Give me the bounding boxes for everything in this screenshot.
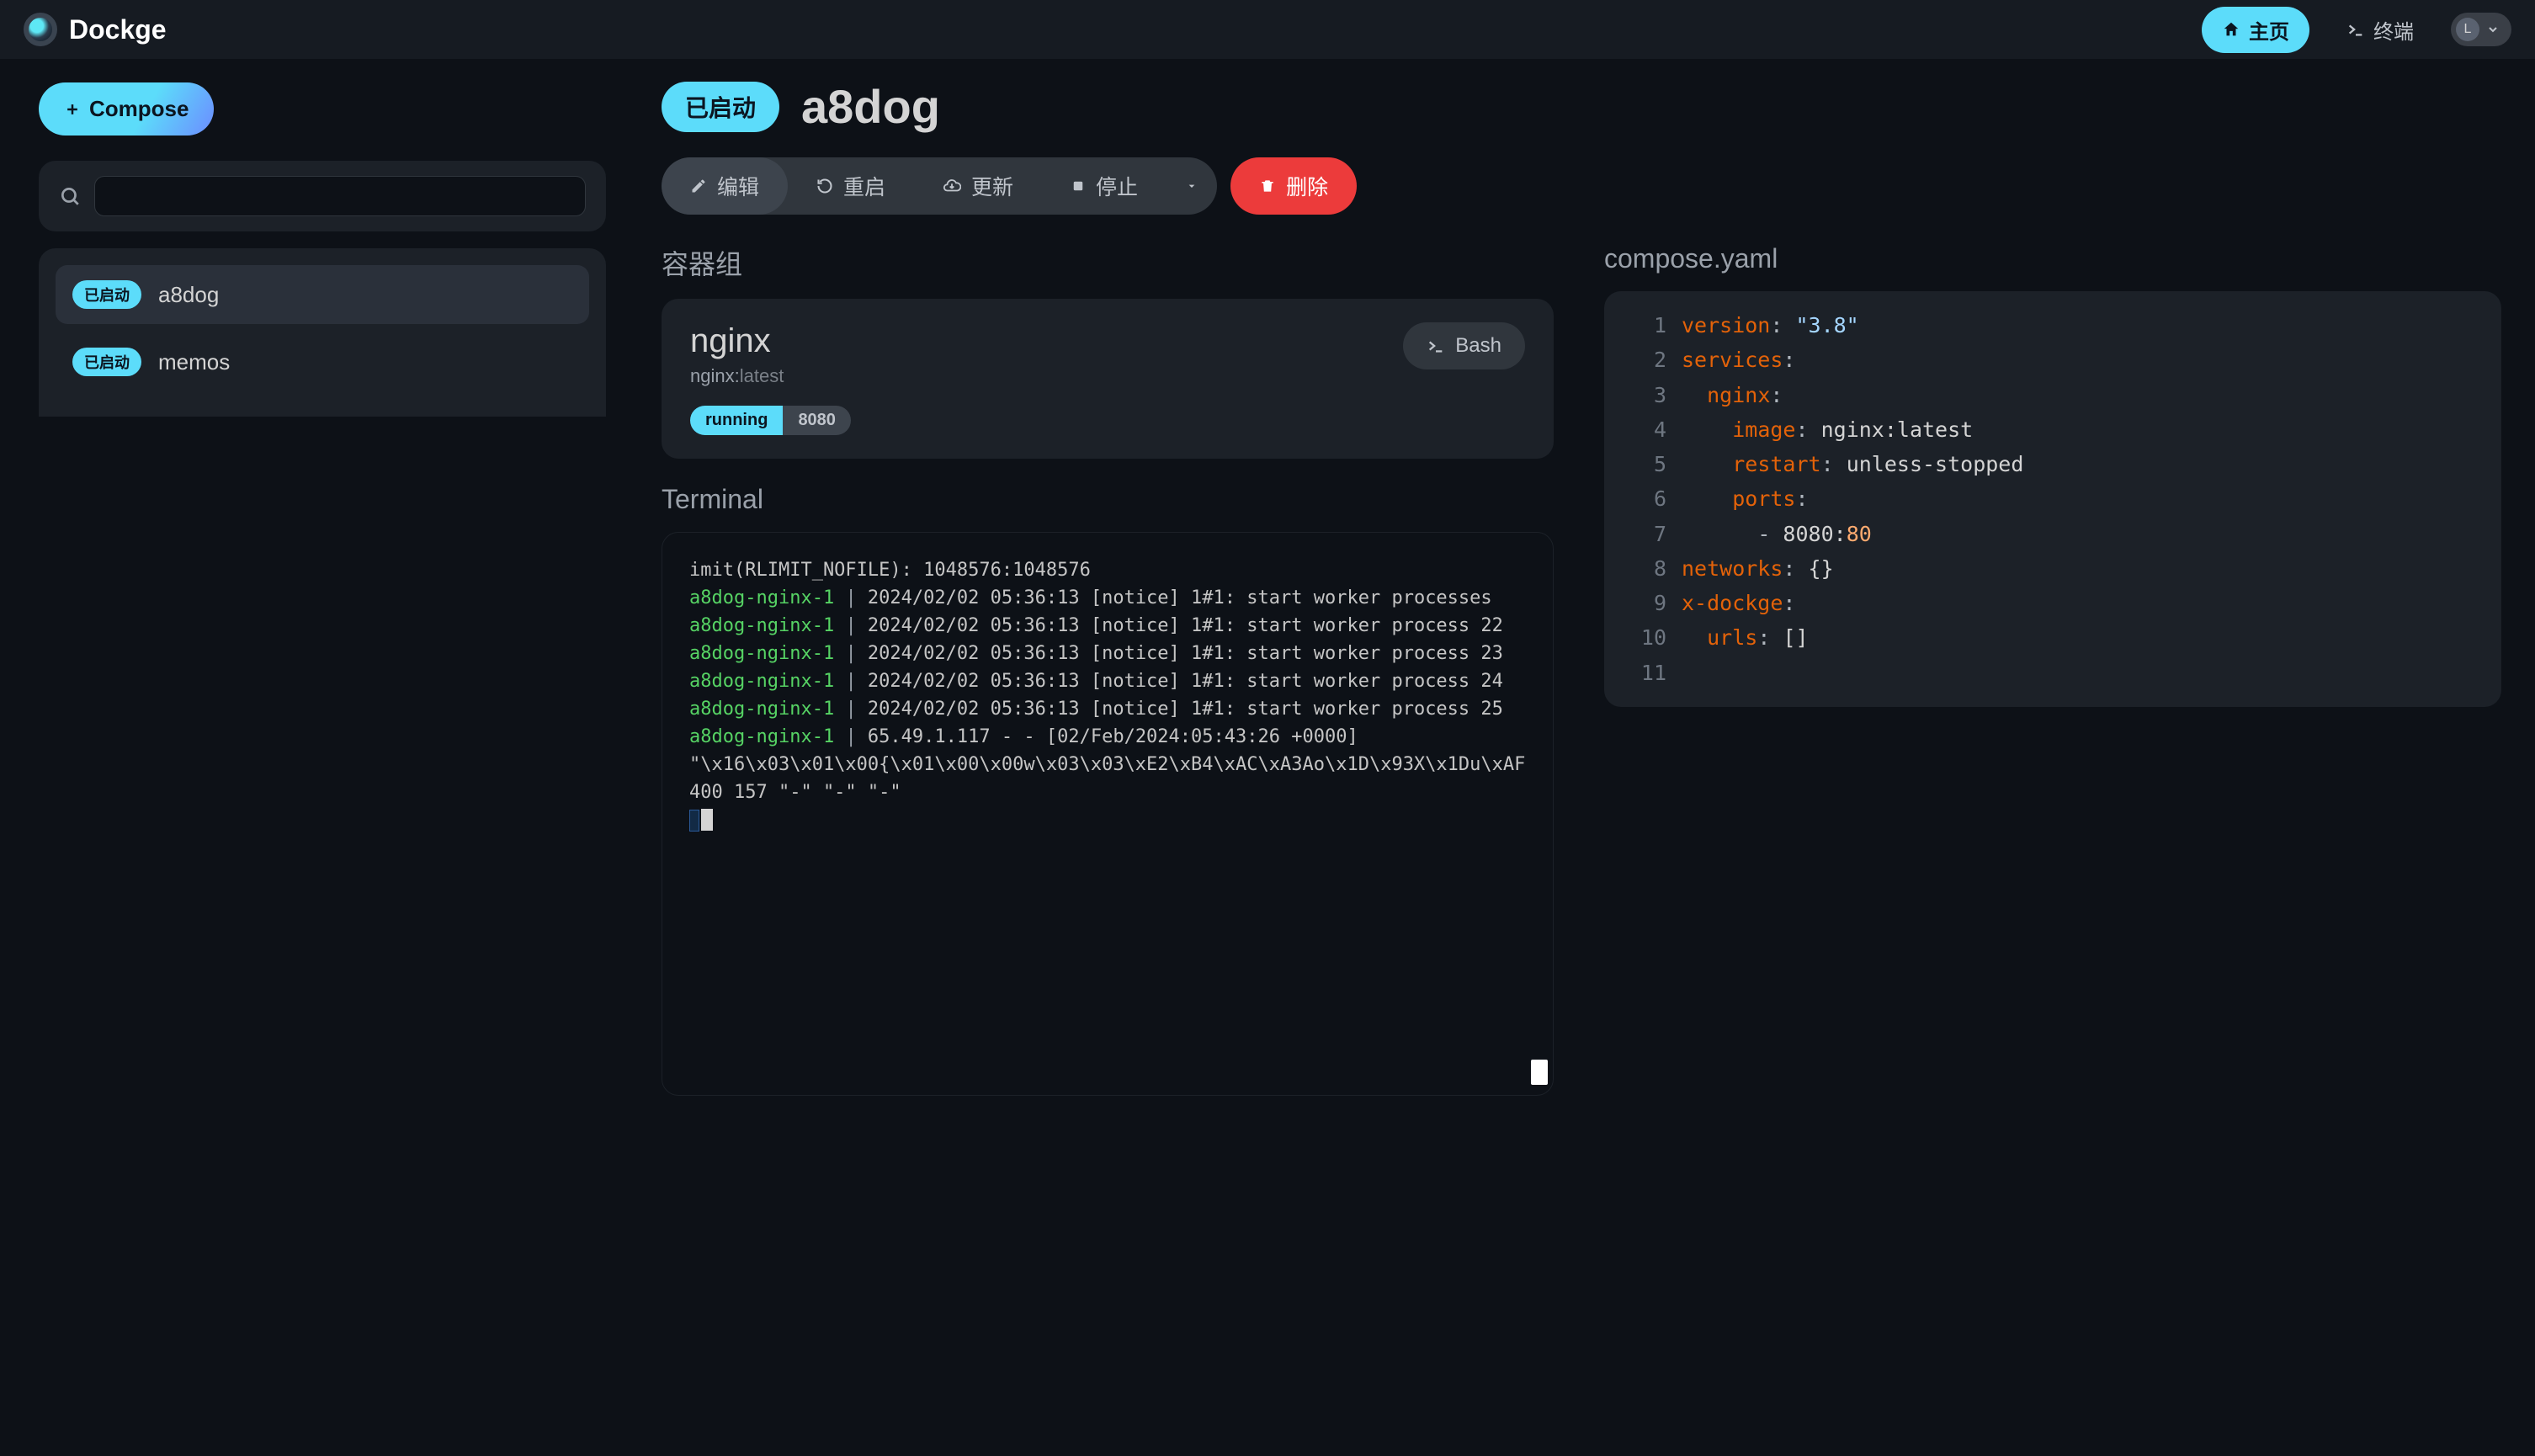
action-group: 编辑 重启 更新 停止 (662, 157, 1217, 215)
caret-down-icon (1185, 179, 1198, 193)
main: 已启动 a8dog 编辑 重启 更新 停止 (645, 59, 2535, 1456)
trash-icon (1259, 178, 1276, 194)
port-badge[interactable]: 8080 (783, 406, 851, 435)
nav-terminal-label: 终端 (2373, 15, 2414, 45)
stack-name: a8dog (158, 282, 219, 308)
terminal-output[interactable]: imit(RLIMIT_NOFILE): 1048576:1048576a8do… (662, 532, 1554, 1096)
stack-name: memos (158, 349, 230, 375)
code-line: 6 ports: (1624, 481, 2481, 516)
pencil-icon (690, 178, 707, 194)
code-line: 8networks: {} (1624, 551, 2481, 586)
bash-button[interactable]: Bash (1403, 322, 1525, 369)
compose-editor[interactable]: 1version: "3.8"2services:3 nginx:4 image… (1604, 291, 2501, 707)
status-badge: 已启动 (72, 348, 141, 376)
stop-button[interactable]: 停止 (1042, 157, 1167, 215)
stop-icon (1071, 178, 1086, 194)
container-card: nginx nginx:latest Bash running8080 (662, 299, 1554, 459)
code-line: 9x-dockge: (1624, 586, 2481, 620)
code-line: 3 nginx: (1624, 378, 2481, 412)
code-line: 1version: "3.8" (1624, 308, 2481, 343)
topbar: Dockge 主页 终端 L (0, 0, 2535, 59)
compose-button[interactable]: Compose (39, 82, 214, 136)
code-line: 4 image: nginx:latest (1624, 412, 2481, 447)
sidebar-item-a8dog[interactable]: 已启动 a8dog (56, 265, 589, 324)
containers-heading: 容器组 (662, 243, 1554, 282)
code-line: 11 (1624, 656, 2481, 690)
logo-icon (24, 13, 57, 46)
plus-icon (64, 101, 81, 118)
terminal-icon (1427, 337, 1445, 355)
topbar-right: 主页 终端 L (2202, 7, 2511, 53)
more-actions-button[interactable] (1167, 157, 1217, 215)
nav-terminal[interactable]: 终端 (2326, 7, 2434, 53)
user-menu[interactable]: L (2451, 13, 2511, 46)
nav-home-label: 主页 (2249, 15, 2289, 45)
container-image: nginx:latest (690, 365, 784, 387)
search-icon (59, 185, 81, 207)
code-line: 2services: (1624, 343, 2481, 377)
cloud-download-icon (943, 177, 961, 195)
home-icon (2222, 20, 2240, 39)
restart-button[interactable]: 重启 (788, 157, 914, 215)
code-line: 10 urls: [] (1624, 620, 2481, 655)
code-line: 7 - 8080:80 (1624, 517, 2481, 551)
status-pill: 已启动 (662, 82, 779, 132)
terminal-icon (2346, 20, 2365, 39)
brand[interactable]: Dockge (24, 13, 167, 46)
action-row: 编辑 重启 更新 停止 删除 (662, 157, 2501, 215)
sidebar-item-memos[interactable]: 已启动 memos (56, 332, 589, 391)
page-title: a8dog (801, 79, 940, 134)
stack-list: 已启动 a8dog 已启动 memos (39, 248, 606, 417)
status-badge: 已启动 (72, 280, 141, 309)
search-input[interactable] (94, 176, 586, 216)
code-line: 5 restart: unless-stopped (1624, 447, 2481, 481)
chevron-down-icon (2486, 23, 2500, 36)
nav-home[interactable]: 主页 (2202, 7, 2309, 53)
restart-icon (816, 178, 833, 194)
container-name: nginx (690, 322, 784, 360)
terminal-scrollbar[interactable] (1531, 1060, 1548, 1085)
sidebar: Compose 已启动 a8dog 已启动 memos (0, 59, 645, 1456)
compose-label: Compose (89, 96, 189, 122)
search-card (39, 161, 606, 231)
running-badge: running (690, 406, 783, 435)
brand-name: Dockge (69, 14, 167, 45)
avatar: L (2456, 18, 2479, 41)
update-button[interactable]: 更新 (914, 157, 1042, 215)
edit-button[interactable]: 编辑 (662, 157, 788, 215)
delete-button[interactable]: 删除 (1230, 157, 1357, 215)
compose-heading: compose.yaml (1604, 243, 2501, 274)
terminal-heading: Terminal (662, 484, 1554, 515)
